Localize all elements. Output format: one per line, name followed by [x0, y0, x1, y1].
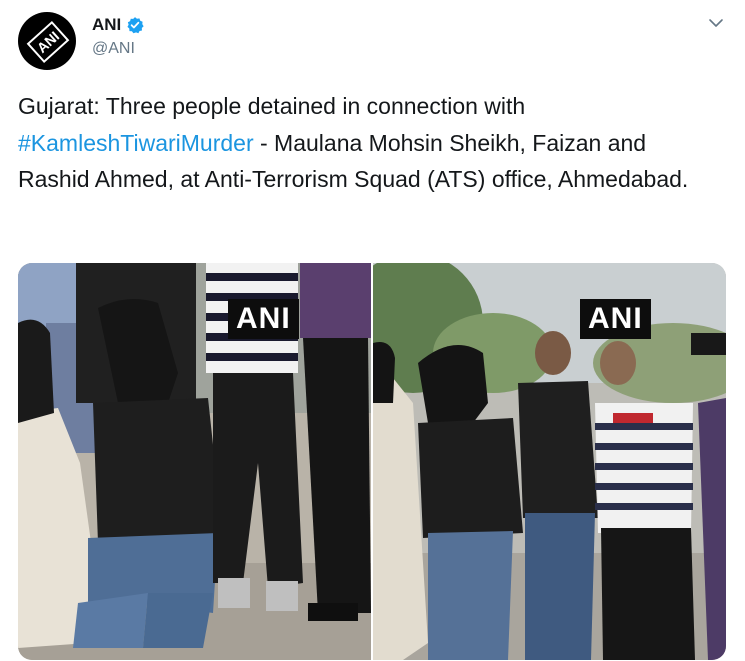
avatar[interactable]: ANI — [18, 12, 76, 70]
ani-logo: ANI — [26, 20, 70, 64]
media-grid: ANI ANI — [18, 263, 726, 660]
tweet-text: Gujarat: Three people detained in connec… — [18, 88, 718, 198]
media-photo-2[interactable]: ANI — [373, 263, 726, 660]
handle[interactable]: @ANI — [92, 40, 135, 58]
tweet-text-lead: Gujarat: Three people detained in connec… — [18, 93, 526, 119]
hashtag-link[interactable]: #KamleshTiwariMurder — [18, 130, 254, 156]
ani-watermark: ANI — [228, 299, 299, 339]
display-name[interactable]: ANI — [92, 15, 121, 35]
author-name-row[interactable]: ANI — [92, 15, 144, 35]
photo-1-image — [18, 263, 371, 660]
chevron-down-icon[interactable] — [707, 14, 725, 32]
ani-watermark: ANI — [580, 299, 651, 339]
media-photo-1[interactable]: ANI — [18, 263, 371, 660]
verified-badge-icon — [127, 17, 144, 34]
photo-2-image — [373, 263, 726, 660]
